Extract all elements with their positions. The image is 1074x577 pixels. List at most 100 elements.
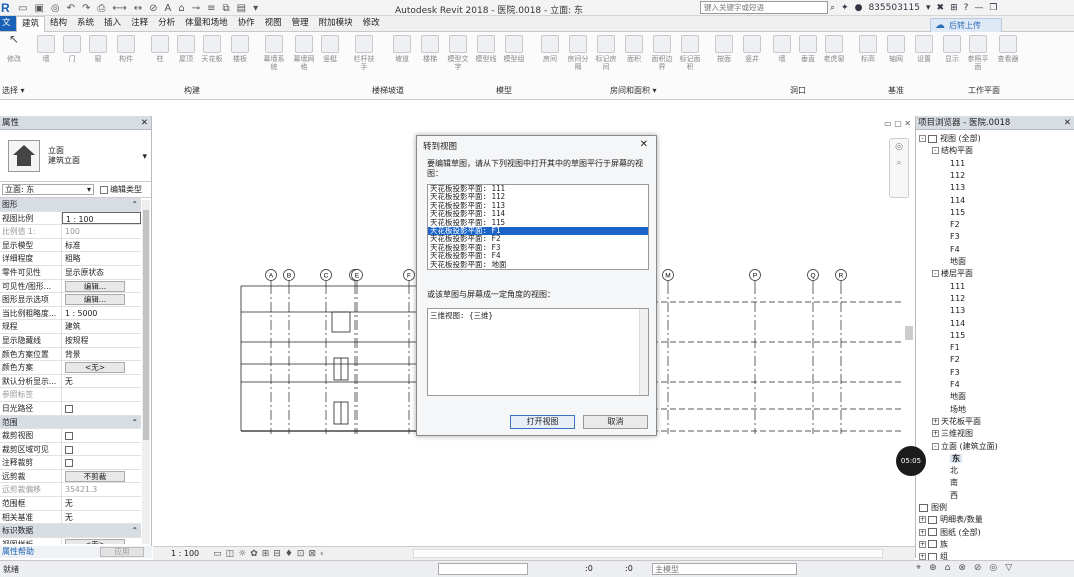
ribbon-panel-label[interactable]: 模型 bbox=[496, 85, 512, 96]
search-icon[interactable]: ⌕ bbox=[830, 3, 835, 13]
property-value[interactable]: 按规程 bbox=[62, 334, 141, 347]
edit-type-button[interactable]: 编辑类型 bbox=[100, 184, 142, 195]
signin-icon[interactable]: ⊞ bbox=[950, 3, 958, 13]
ribbon-button-7[interactable]: 楼板 bbox=[228, 35, 252, 63]
property-value[interactable]: 无 bbox=[62, 497, 141, 510]
property-button[interactable]: <无> bbox=[65, 538, 125, 544]
collapse-icon[interactable]: ⌃ bbox=[131, 524, 141, 537]
workset-selector[interactable] bbox=[438, 563, 528, 575]
canvas-scroll-thumb[interactable] bbox=[905, 326, 913, 340]
collapse-icon[interactable]: - bbox=[932, 147, 939, 155]
type-selector[interactable]: 立面 建筑立面 ▾ bbox=[0, 130, 151, 182]
thin-lines-icon[interactable]: ≡ bbox=[207, 3, 215, 14]
tab-file[interactable]: 文 bbox=[0, 16, 16, 31]
ribbon-button-13[interactable]: 楼梯 bbox=[418, 35, 442, 63]
expand-icon[interactable]: + bbox=[919, 528, 926, 536]
view-window-controls[interactable]: ▭ ▢ ✕ bbox=[884, 119, 911, 128]
view-control-icons[interactable]: ▭◫☼✿⊞⊟♦⊡⊠‹ bbox=[213, 549, 327, 559]
tree-node[interactable]: + 明细表/数量 bbox=[919, 515, 983, 525]
tree-node[interactable]: - 视图 (全部) bbox=[919, 134, 981, 144]
property-value[interactable]: <无> bbox=[62, 361, 141, 374]
ribbon-panel-label[interactable]: 房间和面积 ▾ bbox=[610, 85, 657, 96]
ribbon-button-5[interactable]: 屋顶 bbox=[174, 35, 198, 63]
ribbon-button-4[interactable]: 柱 bbox=[148, 35, 172, 63]
modify-button[interactable]: ↖ 修改 bbox=[2, 33, 26, 63]
property-value[interactable]: 1 : 100 bbox=[62, 211, 141, 225]
tree-node[interactable]: 图例 bbox=[919, 503, 947, 513]
expand-icon[interactable]: + bbox=[919, 516, 926, 524]
tab-1[interactable]: 结构 bbox=[45, 16, 72, 31]
ribbon-button-32[interactable]: 参照平面 bbox=[966, 35, 990, 71]
ribbon-button-9[interactable]: 幕墙网格 bbox=[292, 35, 316, 71]
ribbon-button-19[interactable]: 标记房间 bbox=[594, 35, 618, 71]
ribbon-panel-label[interactable]: 工作平面 bbox=[968, 85, 1000, 96]
tab-9[interactable]: 管理 bbox=[287, 16, 314, 31]
ribbon-button-22[interactable]: 标记面积 bbox=[678, 35, 702, 71]
property-checkbox[interactable] bbox=[65, 459, 73, 468]
tree-node[interactable]: - 楼层平面 bbox=[932, 269, 973, 279]
ribbon-panel-label[interactable]: 选择 ▾ bbox=[2, 85, 25, 96]
cancel-button[interactable]: 取消 bbox=[583, 415, 648, 429]
property-value[interactable]: 35421.3 bbox=[62, 483, 141, 496]
property-value[interactable]: 粗略 bbox=[62, 252, 141, 265]
close-icon[interactable]: ✕ bbox=[640, 139, 648, 150]
text-icon[interactable]: A bbox=[165, 3, 172, 14]
ribbon-button-20[interactable]: 面积 bbox=[622, 35, 646, 63]
property-value[interactable] bbox=[62, 456, 141, 469]
close-hidden-icon[interactable]: ⧉ bbox=[223, 3, 230, 14]
property-button[interactable]: 编辑... bbox=[65, 294, 125, 306]
property-button[interactable]: 不剪裁 bbox=[65, 470, 125, 482]
ribbon-panel-label[interactable]: 楼梯坡道 bbox=[372, 85, 404, 96]
ribbon-button-28[interactable]: 标高 bbox=[856, 35, 880, 63]
tree-node[interactable]: 113 bbox=[950, 183, 965, 193]
open-icon[interactable]: ▭ bbox=[18, 3, 27, 14]
apply-button[interactable]: 应用 bbox=[100, 547, 144, 557]
tree-node[interactable]: + 族 bbox=[919, 540, 948, 550]
ribbon-button-2[interactable]: 窗 bbox=[86, 35, 110, 63]
revit-logo-icon[interactable]: R bbox=[1, 1, 14, 15]
tree-node[interactable]: + 三维视图 bbox=[932, 429, 973, 439]
view-list[interactable]: 天花板投影平面: 111 天花板投影平面: 112 天花板投影平面: 113 天花板投… bbox=[427, 184, 649, 270]
property-value[interactable]: 1 : 5000 bbox=[62, 307, 141, 320]
tree-node[interactable]: + 图纸 (全部) bbox=[919, 528, 981, 538]
ribbon-button-10[interactable]: 竖梃 bbox=[318, 35, 342, 63]
property-value[interactable]: <无> bbox=[62, 538, 141, 544]
print-icon[interactable]: ⎙ bbox=[97, 3, 105, 14]
ribbon-button-26[interactable]: 垂直 bbox=[796, 35, 820, 63]
sync-icon[interactable]: ◎ bbox=[51, 3, 60, 14]
tab-0[interactable]: 建筑 bbox=[16, 15, 46, 32]
ribbon-button-14[interactable]: 模型文字 bbox=[446, 35, 470, 71]
property-value[interactable]: 建筑 bbox=[62, 320, 141, 333]
restore-icon[interactable]: ❐ bbox=[989, 3, 997, 13]
ribbon-button-33[interactable]: 查看器 bbox=[996, 35, 1020, 63]
tab-11[interactable]: 修改 bbox=[358, 16, 385, 31]
subscription-icon[interactable]: ✦ bbox=[841, 3, 849, 13]
property-value[interactable]: 显示原状态 bbox=[62, 266, 141, 279]
ribbon-panel-label[interactable]: 基准 bbox=[888, 85, 904, 96]
property-value[interactable]: 无 bbox=[62, 511, 141, 524]
ribbon-button-3[interactable]: 构件 bbox=[114, 35, 138, 63]
angled-view-list[interactable]: 三维视图: {三维} bbox=[427, 308, 649, 396]
tab-5[interactable]: 分析 bbox=[153, 16, 180, 31]
property-value[interactable] bbox=[62, 402, 141, 415]
tab-8[interactable]: 视图 bbox=[260, 16, 287, 31]
tab-6[interactable]: 体量和场地 bbox=[180, 16, 233, 31]
steering-wheel-icon[interactable]: ◎ bbox=[890, 142, 908, 152]
tree-node[interactable]: 111 bbox=[950, 159, 965, 169]
ribbon-button-18[interactable]: 房间分隔 bbox=[566, 35, 590, 71]
measure-icon[interactable]: ⟷ bbox=[112, 3, 126, 14]
property-value[interactable] bbox=[62, 443, 141, 456]
open-view-button[interactable]: 打开视图 bbox=[510, 415, 575, 429]
property-value[interactable]: 背景 bbox=[62, 348, 141, 361]
ribbon-button-15[interactable]: 模型线 bbox=[474, 35, 498, 63]
collapse-icon[interactable]: ⌃ bbox=[131, 416, 141, 429]
tree-node[interactable]: 南 bbox=[950, 478, 958, 488]
tree-node[interactable]: 115 bbox=[950, 331, 965, 341]
property-checkbox[interactable] bbox=[65, 432, 73, 441]
collapse-icon[interactable]: ⌃ bbox=[131, 198, 141, 211]
ribbon-panel-label[interactable]: 构建 bbox=[184, 85, 200, 96]
property-value[interactable]: 编辑... bbox=[62, 293, 141, 306]
tree-node[interactable]: F2 bbox=[950, 220, 960, 230]
property-value[interactable] bbox=[62, 429, 141, 442]
property-value[interactable] bbox=[62, 388, 141, 401]
